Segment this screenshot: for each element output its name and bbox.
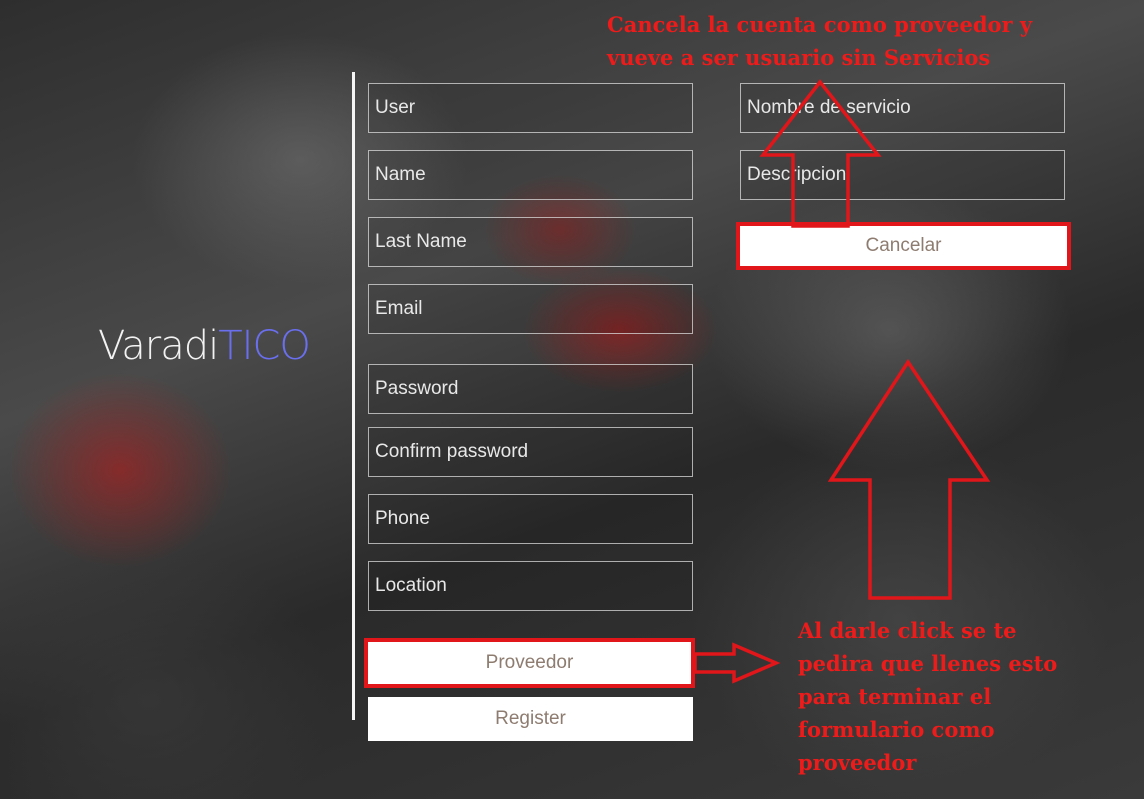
annotation-line: proveedor	[798, 750, 917, 775]
annotation-line: Al darle click se te	[798, 618, 1017, 643]
annotation-proveedor-note: Al darle click se te pedira que llenes e…	[798, 614, 1057, 779]
annotation-line: formulario como	[798, 717, 995, 742]
arrow-right-icon	[693, 642, 781, 684]
annotation-line: para terminar el	[798, 684, 992, 709]
annotation-line: vueve a ser usuario sin Servicios	[607, 45, 991, 70]
arrow-up-icon	[759, 79, 882, 228]
annotation-line: Cancela la cuenta como proveedor y	[607, 12, 1033, 37]
arrow-up-icon	[827, 358, 991, 600]
annotation-line: pedira que llenes esto	[798, 651, 1058, 676]
annotation-cancel-note: Cancela la cuenta como proveedor y vueve…	[607, 8, 1032, 74]
